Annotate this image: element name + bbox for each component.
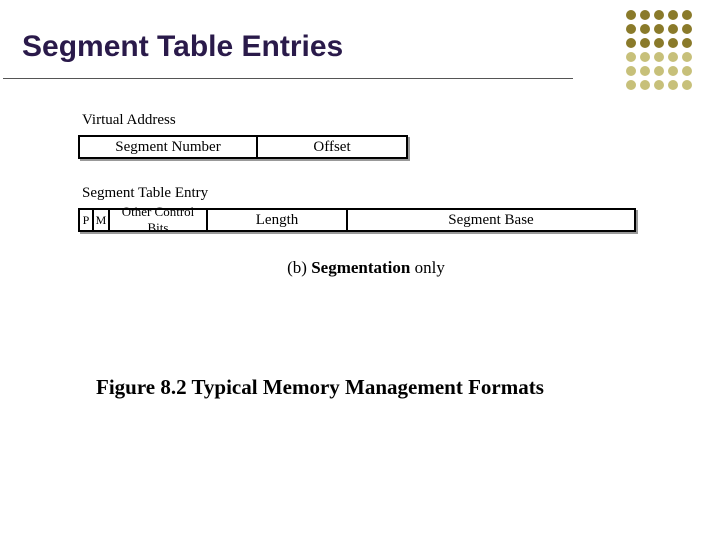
sub-caption-prefix: (b)	[287, 258, 311, 277]
va-segment-number-field: Segment Number	[78, 135, 258, 159]
ste-other-control-bits-field: Other Control Bits	[110, 208, 208, 232]
figure-body: Virtual Address Segment Number Offset Se…	[78, 112, 654, 278]
sub-caption-bold: Segmentation	[311, 258, 410, 277]
title-underline	[3, 78, 573, 79]
ste-p-field: P	[78, 208, 94, 232]
slide-title: Segment Table Entries	[22, 30, 343, 64]
ste-m-field: M	[94, 208, 110, 232]
segment-table-entry-label: Segment Table Entry	[82, 185, 654, 202]
va-offset-field: Offset	[258, 135, 408, 159]
virtual-address-box: Segment Number Offset	[78, 135, 654, 159]
virtual-address-label: Virtual Address	[82, 112, 654, 129]
sub-caption-suffix: only	[410, 258, 444, 277]
sub-caption: (b) Segmentation only	[78, 258, 654, 278]
segment-table-entry-box: P M Other Control Bits Length Segment Ba…	[78, 208, 654, 232]
figure-caption: Figure 8.2 Typical Memory Management For…	[96, 375, 544, 400]
figure-caption-text: Figure 8.2 Typical Memory Management For…	[96, 375, 544, 399]
decorative-dot-grid	[626, 10, 692, 90]
ste-segment-base-field: Segment Base	[348, 208, 636, 232]
ste-length-field: Length	[208, 208, 348, 232]
